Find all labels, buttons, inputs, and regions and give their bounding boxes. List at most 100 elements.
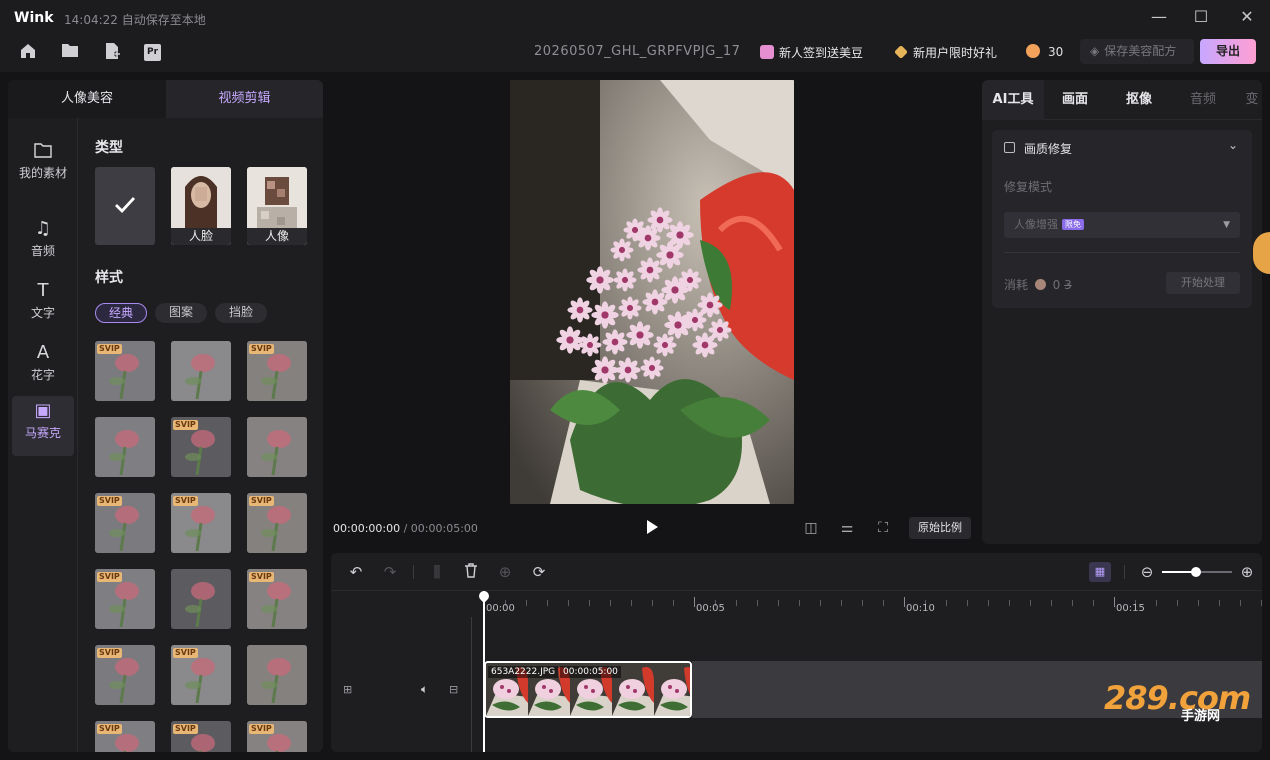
freeze-icon[interactable]: ⊕ [496, 563, 514, 581]
mosaic-style-tile[interactable]: SVIP [171, 493, 231, 553]
style-tab-block-face[interactable]: 挡脸 [215, 303, 267, 323]
nav-mosaic[interactable]: ▣ 马赛克 [12, 396, 74, 456]
mosaic-style-tile[interactable]: SVIP [171, 417, 231, 477]
mosaic-style-tile[interactable] [171, 569, 231, 629]
add-track-icon[interactable]: ⊞ [343, 683, 352, 696]
fullscreen-icon[interactable]: ⛶ [875, 520, 891, 536]
ruler-tick [1198, 600, 1199, 606]
save-preset-button[interactable]: ◈ 保存美容配方 [1080, 39, 1194, 64]
undo-icon[interactable]: ↶ [347, 563, 365, 581]
mosaic-style-tile[interactable]: SVIP [171, 721, 231, 752]
ruler-tick [841, 600, 842, 606]
coin-icon [1034, 279, 1046, 290]
zoom-out-icon[interactable]: ⊖ [1138, 563, 1156, 581]
ruler-tick [1240, 600, 1241, 606]
minimize-button[interactable]: — [1148, 6, 1170, 28]
adjust-icon[interactable]: ⚌ [839, 520, 855, 536]
new-file-icon[interactable] [102, 42, 122, 62]
premiere-icon[interactable]: Pr [144, 44, 161, 61]
tab-more[interactable]: 变 [1242, 80, 1262, 120]
nav-my-assets[interactable]: 我的素材 [12, 136, 74, 196]
svip-badge: SVIP [249, 572, 274, 582]
type-none-selected[interactable] [95, 167, 155, 245]
right-panel: AI工具 画面 抠像 音频 变 画质修复 ⌄ 修复模式 人像增强 限免 ▼ 消耗 … [982, 80, 1262, 544]
time-ruler[interactable]: 00:00 00:05 00:10 00:15 [481, 591, 1262, 621]
credit-balance[interactable]: 30 [1026, 44, 1063, 59]
type-face[interactable]: 人脸 [171, 167, 231, 245]
collapse-icon[interactable]: ⊟ [449, 683, 458, 696]
zoom-slider-handle[interactable] [1191, 567, 1201, 577]
compare-icon[interactable]: ◫ [803, 520, 819, 536]
nav-audio[interactable]: ♫ 音频 [12, 214, 74, 274]
repair-mode-select[interactable]: 人像增强 限免 ▼ [1004, 212, 1240, 238]
mosaic-style-tile[interactable]: SVIP [95, 569, 155, 629]
ruler-tick [673, 600, 674, 606]
mosaic-style-tile[interactable]: SVIP [247, 721, 307, 752]
volume-icon[interactable]: 🔈︎ [421, 682, 428, 697]
mosaic-style-tile[interactable] [95, 417, 155, 477]
cost-value: 0 [1052, 278, 1061, 292]
replace-icon[interactable]: ⟳ [530, 563, 548, 581]
mosaic-style-tile[interactable]: SVIP [95, 721, 155, 752]
quality-repair-title: 画质修复 [1024, 142, 1073, 156]
delete-icon[interactable] [462, 563, 480, 581]
mosaic-style-tile[interactable] [171, 341, 231, 401]
diamond-icon [894, 45, 908, 59]
text-icon: T [37, 280, 49, 301]
tab-ai-tools[interactable]: AI工具 [982, 80, 1044, 120]
quality-repair-checkbox[interactable] [1004, 142, 1015, 153]
nav-text[interactable]: T 文字 [12, 276, 74, 336]
maximize-button[interactable]: ☐ [1190, 6, 1212, 28]
side-nav: 我的素材 ♫ 音频 T 文字 A 花字 ▣ 马赛克 [8, 118, 78, 752]
divider [413, 565, 414, 579]
svip-badge: SVIP [173, 648, 198, 658]
tab-cutout[interactable]: 抠像 [1108, 80, 1170, 120]
style-tab-classic[interactable]: 经典 [95, 303, 147, 323]
zoom-in-icon[interactable]: ⊕ [1238, 563, 1256, 581]
nav-label: 音频 [30, 244, 55, 258]
tab-video-edit[interactable]: 视频剪辑 [166, 80, 323, 118]
close-button[interactable]: ✕ [1236, 6, 1258, 28]
cost-readout: 消耗 0 3 [1004, 276, 1072, 293]
mosaic-style-tile[interactable]: SVIP [95, 493, 155, 553]
playhead[interactable] [483, 591, 485, 752]
start-processing-button[interactable]: 开始处理 [1166, 272, 1240, 294]
style-tab-pattern[interactable]: 图案 [155, 303, 207, 323]
ruler-tick [1009, 600, 1010, 606]
tab-picture[interactable]: 画面 [1044, 80, 1106, 120]
type-section-title: 类型 [95, 140, 123, 156]
tab-audio[interactable]: 音频 [1172, 80, 1234, 120]
zoom-slider[interactable] [1162, 567, 1232, 577]
ruler-tick [1261, 600, 1262, 606]
redo-icon[interactable]: ↷ [381, 563, 399, 581]
mosaic-style-tile[interactable]: SVIP [247, 341, 307, 401]
ruler-tick [631, 600, 632, 606]
mosaic-style-tile[interactable]: SVIP [247, 569, 307, 629]
nav-fancy-text[interactable]: A 花字 [12, 338, 74, 398]
mosaic-style-tile[interactable]: SVIP [247, 493, 307, 553]
play-button[interactable] [645, 519, 659, 539]
snap-toggle-icon[interactable]: ▦ [1089, 562, 1111, 582]
ruler-tick [694, 597, 695, 607]
mosaic-style-tile[interactable]: SVIP [95, 341, 155, 401]
split-icon[interactable]: ⫼ [428, 563, 446, 581]
home-icon[interactable] [18, 42, 38, 62]
aspect-ratio-button[interactable]: 原始比例 [909, 517, 971, 539]
tab-portrait-beauty[interactable]: 人像美容 [8, 80, 166, 118]
ruler-tick [862, 600, 863, 606]
newuser-promo[interactable]: 新用户限时好礼 [894, 44, 997, 61]
mosaic-style-tile[interactable] [247, 645, 307, 705]
chevron-down-icon[interactable]: ⌄ [1228, 138, 1238, 152]
video-clip[interactable]: 653A2222.JPG 00:00:05:00 [484, 661, 692, 718]
export-button[interactable]: 导出 [1200, 39, 1256, 64]
ruler-tick [820, 600, 821, 606]
ruler-tick [526, 600, 527, 606]
mosaic-style-tile[interactable] [247, 417, 307, 477]
mosaic-style-tile[interactable]: SVIP [171, 645, 231, 705]
folder-icon[interactable] [60, 42, 80, 62]
mosaic-style-tile[interactable]: SVIP [95, 645, 155, 705]
ruler-tick [1219, 600, 1220, 606]
tile-thumbnail [247, 645, 307, 705]
type-portrait[interactable]: 人像 [247, 167, 307, 245]
signin-promo[interactable]: 新人签到送美豆 [760, 44, 863, 61]
